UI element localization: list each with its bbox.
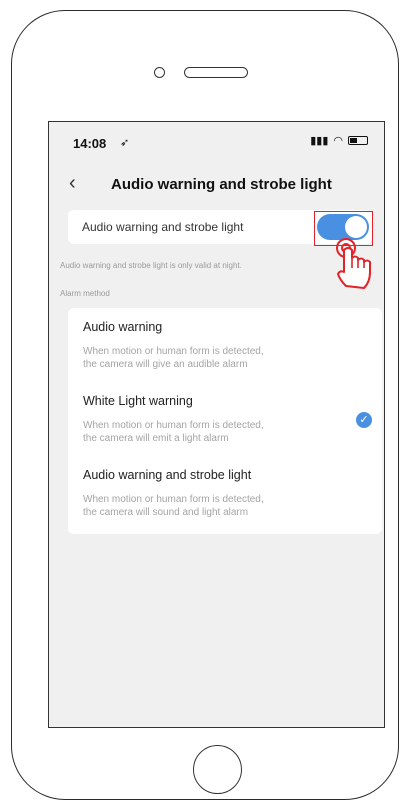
option-desc: the camera will emit a light alarm — [83, 433, 229, 444]
toggle-label: Audio warning and strobe light — [82, 220, 244, 234]
option-title: Audio warning — [83, 320, 163, 334]
wifi-icon: ◠ — [333, 135, 343, 147]
alarm-options-card: Audio warning When motion or human form … — [68, 308, 382, 534]
speaker-slot — [184, 67, 248, 78]
pointing-hand-icon — [336, 238, 371, 289]
page-title: Audio warning and strobe light — [111, 176, 332, 193]
status-bar: 14:08 ➶ ▮▮▮ ◠ — [49, 122, 384, 162]
signal-icon: ▮▮▮ — [310, 135, 329, 147]
status-time: 14:08 — [73, 136, 107, 151]
home-button[interactable] — [193, 745, 242, 794]
battery-icon — [348, 136, 368, 145]
option-title: White Light warning — [83, 394, 193, 408]
option-desc: When motion or human form is detected, — [83, 494, 264, 505]
section-label: Alarm method — [60, 289, 110, 298]
toggle-hint: Audio warning and strobe light is only v… — [60, 261, 242, 270]
nav-bar: ‹ Audio warning and strobe light — [49, 164, 384, 204]
option-title: Audio warning and strobe light — [83, 468, 252, 482]
option-desc: the camera will give an audible alarm — [83, 359, 248, 370]
phone-screen: 14:08 ➶ ▮▮▮ ◠ ‹ Audio warning and strobe… — [48, 121, 385, 728]
checkmark-icon: ✓ — [356, 412, 372, 428]
option-desc: When motion or human form is detected, — [83, 346, 264, 357]
option-desc: When motion or human form is detected, — [83, 420, 264, 431]
option-desc: the camera will sound and light alarm — [83, 507, 249, 518]
phone-frame: 14:08 ➶ ▮▮▮ ◠ ‹ Audio warning and strobe… — [11, 10, 399, 800]
location-arrow-icon: ➶ — [120, 137, 130, 149]
status-icons: ▮▮▮ ◠ — [310, 134, 368, 147]
camera-dot — [154, 67, 165, 78]
chevron-left-icon[interactable]: ‹ — [69, 172, 76, 195]
